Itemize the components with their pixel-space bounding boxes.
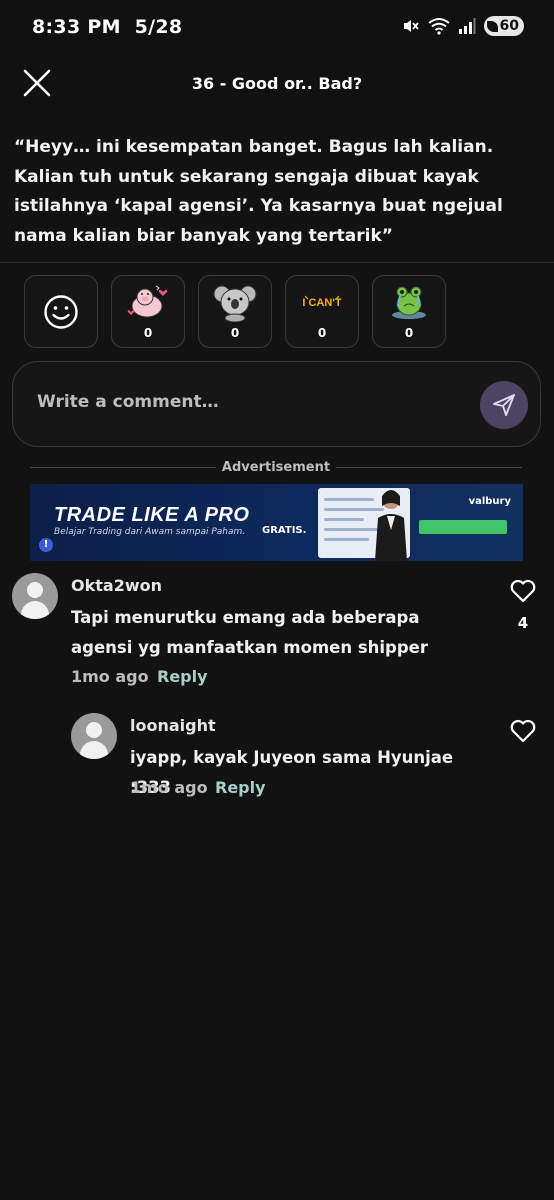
frog-crying-sticker <box>386 282 432 322</box>
quoted-paragraph: “Heyy… ini kesempatan banget. Bagus lah … <box>14 137 503 246</box>
reaction-koala[interactable]: 0 <box>198 275 272 348</box>
heart-icon <box>510 579 536 603</box>
reaction-count: 0 <box>230 326 240 340</box>
divider <box>0 262 554 263</box>
reaction-count: 0 <box>404 326 414 340</box>
comment-composer <box>12 361 541 447</box>
reaction-i-cant[interactable]: I CAN'T 0 <box>285 275 359 348</box>
avatar[interactable] <box>71 713 117 759</box>
battery-icon: 60 <box>483 16 524 36</box>
comment-input[interactable] <box>37 392 437 412</box>
ad-subline: Belajar Trading dari Awam sampai Paham. <box>54 527 246 537</box>
wifi-icon <box>427 18 450 35</box>
reply-button[interactable]: Reply <box>157 667 208 686</box>
comment-time: 1mo ago <box>71 667 149 686</box>
mute-icon <box>403 20 419 32</box>
smiley-face-icon <box>44 294 78 329</box>
reaction-count: 0 <box>317 326 327 340</box>
header: 36 - Good or.. Bad? <box>0 46 554 118</box>
status-bar: 8:33 PM 5/28 60 <box>0 0 554 46</box>
ad-info-icon[interactable]: ! <box>39 538 53 552</box>
like-button[interactable] <box>509 578 537 604</box>
status-icons: 60 <box>402 16 524 36</box>
reaction-count: 0 <box>143 326 153 340</box>
ad-person-image <box>375 490 407 561</box>
ad-cta-button[interactable] <box>419 520 507 534</box>
reaction-frog[interactable]: 0 <box>372 275 446 348</box>
heart-icon <box>510 719 536 743</box>
clock-text: 8:33 PM <box>32 16 121 38</box>
battery-level: 60 <box>499 18 519 34</box>
divider <box>336 467 522 468</box>
reaction-pig-love[interactable]: 0 <box>111 275 185 348</box>
send-button[interactable] <box>480 381 528 429</box>
i-cant-sticker: I CAN'T <box>299 282 345 322</box>
ad-gratis: GRATIS. <box>262 525 307 536</box>
ad-banner[interactable]: TRADE LIKE A PRO Belajar Trading dari Aw… <box>30 484 523 561</box>
reply-button[interactable]: Reply <box>215 778 266 797</box>
date-text: 5/28 <box>134 16 183 38</box>
reaction-bar: 0 0 I CAN'T 0 0 <box>24 275 446 348</box>
koala-sticker <box>212 282 258 322</box>
avatar[interactable] <box>12 573 58 619</box>
status-time: 8:33 PM 5/28 <box>32 16 182 38</box>
add-reaction-button[interactable] <box>24 275 98 348</box>
comment-author[interactable]: loonaight <box>130 716 216 735</box>
leaf-icon <box>486 20 498 32</box>
ad-headline: TRADE LIKE A PRO <box>54 504 250 526</box>
like-count: 4 <box>517 614 529 632</box>
advertisement-label-row: Advertisement <box>30 458 522 478</box>
page-title: 36 - Good or.. Bad? <box>191 74 363 93</box>
comment-text: Tapi menurutku emang ada beberapa agensi… <box>71 608 428 657</box>
pig-love-sticker <box>125 282 171 322</box>
comment-author[interactable]: Okta2won <box>71 576 162 595</box>
signal-icon <box>458 18 476 34</box>
ad-brand-logo: valbury <box>468 496 511 507</box>
send-icon <box>493 394 515 416</box>
comment-time: 1mo ago <box>130 778 208 797</box>
like-button[interactable] <box>509 718 537 744</box>
